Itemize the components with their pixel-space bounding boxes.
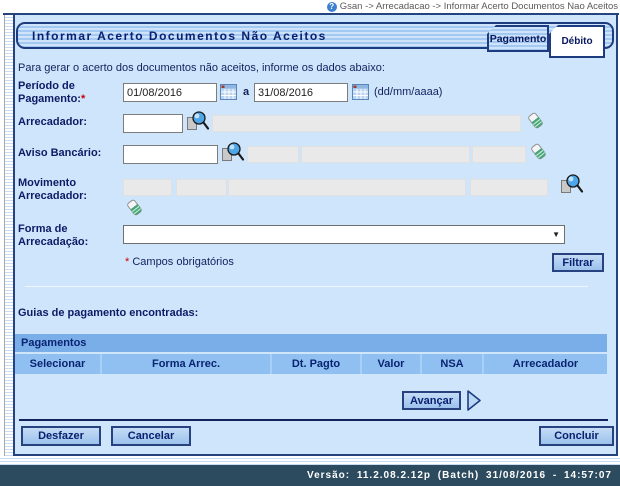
main-window: Informar Acerto Documentos Não Aceitos P…	[0, 13, 620, 456]
top-strip: ? Gsan -> Arrecadacao -> Informar Acerto…	[0, 0, 620, 13]
table-header-row: Selecionar Forma Arrec. Dt. Pagto Valor …	[15, 354, 607, 374]
column-dt-pagto: Dt. Pagto	[270, 354, 360, 374]
aviso-bancario-label: Aviso Bancário:	[18, 147, 118, 160]
forma-arrecadacao-label: Forma de Arrecadação:	[18, 223, 118, 249]
search-icon[interactable]	[221, 141, 245, 163]
section-divider	[25, 286, 588, 287]
breadcrumb: ? Gsan -> Arrecadacao -> Informar Acerto…	[327, 1, 618, 12]
date-to-input[interactable]	[254, 83, 348, 102]
arrecadador-code-input[interactable]	[123, 114, 183, 133]
tab-debito-label: Débito	[561, 36, 592, 47]
date-from-input[interactable]	[123, 83, 217, 102]
version-footer: Versão: 11.2.08.2.12p (Batch) 31/08/2016…	[0, 465, 620, 486]
date-format-hint: (dd/mm/aaaa)	[374, 86, 442, 98]
eraser-icon[interactable]	[526, 111, 545, 130]
movimento-arrecadador-label: Movimento Arrecadador:	[18, 177, 118, 203]
arrecadador-name-field	[212, 115, 521, 132]
breadcrumb-text: Gsan -> Arrecadacao -> Informar Acerto D…	[340, 1, 618, 12]
movimento-field-2	[176, 179, 227, 196]
eraser-icon[interactable]	[125, 198, 144, 217]
forward-arrow-icon	[466, 389, 482, 412]
column-selecionar: Selecionar	[15, 354, 100, 374]
tab-pagamento-label: Pagamento	[490, 33, 547, 45]
date-range-separator: a	[243, 86, 249, 98]
table-title: Pagamentos	[15, 334, 607, 352]
column-valor: Valor	[360, 354, 420, 374]
aviso-field-1	[247, 146, 299, 163]
aviso-field-2	[301, 146, 470, 163]
required-asterisk: *	[81, 93, 85, 105]
actions-divider	[19, 419, 608, 421]
calendar-icon[interactable]	[220, 84, 237, 100]
aviso-bancario-input[interactable]	[123, 145, 218, 164]
concluir-button[interactable]: Concluir	[539, 426, 614, 446]
movimento-field-3	[228, 179, 466, 196]
intro-text: Para gerar o acerto dos documentos não a…	[18, 62, 385, 74]
movimento-field-4	[470, 179, 548, 196]
tab-pagamento[interactable]: Pagamento	[487, 25, 549, 52]
help-icon[interactable]: ?	[327, 2, 337, 12]
window-top-border	[3, 13, 619, 15]
dropdown-arrow-icon: ▼	[552, 231, 560, 239]
bottom-stripe-decoration	[0, 456, 620, 465]
arrecadador-label: Arrecadador:	[18, 116, 118, 129]
required-fields-note: * Campos obrigatórios	[125, 256, 234, 268]
results-heading: Guias de pagamento encontradas:	[18, 307, 198, 319]
column-arrecadador: Arrecadador	[482, 354, 607, 374]
periodo-pagamento-label: Período de Pagamento:*	[18, 80, 118, 106]
tab-debito[interactable]: Débito	[549, 25, 605, 58]
eraser-icon[interactable]	[529, 142, 548, 161]
movimento-field-1	[123, 179, 172, 196]
desfazer-button[interactable]: Desfazer	[21, 426, 101, 446]
avancar-button[interactable]: Avançar	[402, 391, 461, 410]
search-icon[interactable]	[186, 110, 210, 132]
search-icon[interactable]	[560, 173, 584, 195]
pagamentos-table: Pagamentos Selecionar Forma Arrec. Dt. P…	[15, 334, 607, 374]
column-forma-arrec: Forma Arrec.	[100, 354, 270, 374]
page-title: Informar Acerto Documentos Não Aceitos	[32, 29, 327, 43]
left-stripe-decoration	[4, 15, 13, 456]
gsan-window: ? Gsan -> Arrecadacao -> Informar Acerto…	[0, 0, 620, 486]
filtrar-button[interactable]: Filtrar	[552, 253, 604, 272]
cancelar-button[interactable]: Cancelar	[111, 426, 191, 446]
calendar-icon[interactable]	[352, 84, 369, 100]
forma-arrecadacao-select[interactable]: ▼	[123, 225, 565, 244]
column-nsa: NSA	[420, 354, 482, 374]
aviso-field-3	[472, 146, 526, 163]
content-panel: Informar Acerto Documentos Não Aceitos P…	[13, 13, 618, 456]
